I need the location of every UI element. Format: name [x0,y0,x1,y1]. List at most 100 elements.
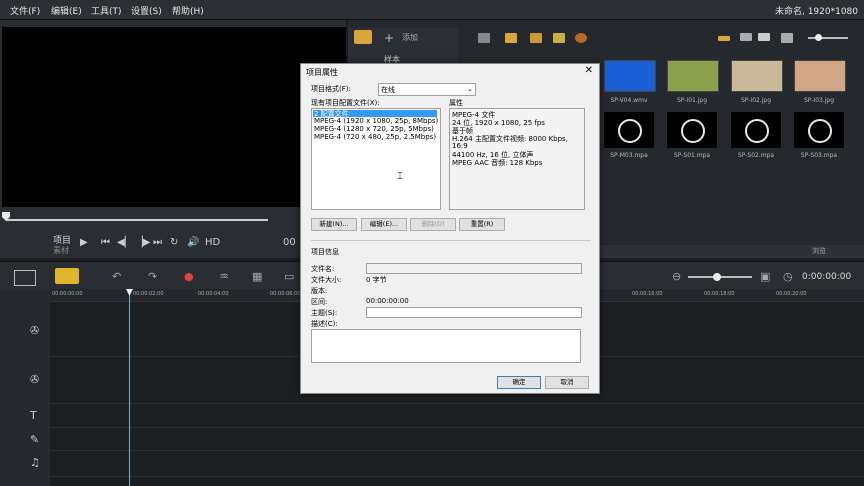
properties-label: 属性 [449,99,463,107]
media-library-icon[interactable] [354,30,372,44]
profiles-list[interactable]: 2 配置文件 MPEG-4 (1920 x 1080, 25p, 8Mbps) … [311,108,441,210]
profile-item[interactable]: MPEG-4 (1920 x 1080, 25p, 8Mbps) [314,117,438,125]
add-icon[interactable]: + [384,31,394,45]
profile-item[interactable]: MPEG-4 (720 x 480, 25p, 2.5Mbps) [314,133,436,141]
audio-thumbnail[interactable] [731,112,781,148]
zoom-out-icon[interactable]: ⊖ [672,270,681,283]
add-label[interactable]: 添加 [402,32,418,43]
audio-wave-icon[interactable]: ♒ [219,270,229,283]
music-track[interactable] [50,451,864,477]
thumbnail-label: SP-S01.mpa [673,152,711,159]
thumbnail-label: SP-I03.jpg [803,97,835,104]
subject-input[interactable] [366,307,582,318]
list-view-icon[interactable] [718,36,730,41]
thumbnail-label: SP-I02.jpg [740,97,772,104]
ruler-tick: 00:00:02:00 [133,291,164,297]
thumbnail-image[interactable] [667,60,719,92]
profiles-label: 现有项目配置文件(X): [311,99,380,107]
disc-icon [745,119,769,143]
audio-thumbnail[interactable] [794,112,844,148]
cursor-icon: ⌶ [397,171,403,182]
filename-label: 文件名: [311,265,335,273]
audio-thumbnail[interactable] [604,112,654,148]
thumbnail-video[interactable] [604,60,656,92]
close-icon[interactable]: ✕ [585,65,593,76]
disc-icon [681,119,705,143]
clip-mode-label[interactable]: 素材 [53,245,69,256]
thumb-size-slider[interactable] [808,37,848,39]
playhead[interactable] [129,293,130,486]
profile-item[interactable]: MPEG-4 (1280 x 720, 25p, 5Mbps) [314,125,434,133]
hd-toggle[interactable]: HD [205,237,220,248]
property-line: H.264 主配置文件视频: 8000 Kbps, [452,135,568,143]
project-properties-dialog: 项目属性 ✕ 项目格式(F): 在线 ⌄ 现有项目配置文件(X): 2 配置文件… [300,63,600,394]
menu-tools[interactable]: 工具(T) [91,4,122,17]
format-label: 项目格式(F): [311,85,351,93]
duration-label: 区间: [311,298,328,306]
next-frame-icon[interactable]: ▕▶ [135,237,150,248]
thumbnail-image[interactable] [794,60,846,92]
record-icon[interactable]: ● [184,270,194,283]
delete-button[interactable]: 删除(D) [410,218,456,231]
ruler-tick: 00:00:16:00 [632,291,663,297]
undo-icon[interactable]: ↶ [112,270,121,283]
format-select[interactable]: 在线 ⌄ [378,83,476,96]
subject-label: 主题(S): [311,309,338,317]
description-input[interactable] [311,329,581,363]
zoom-knob[interactable] [713,273,721,281]
disc-icon [618,119,642,143]
edit-button[interactable]: 编辑(E)... [361,218,407,231]
description-label: 描述(C): [311,320,338,328]
property-line: MPEG AAC 音频: 128 Kbps [452,159,543,167]
menu-edit[interactable]: 编辑(E) [51,4,82,17]
storyboard-view-button[interactable] [14,270,36,286]
preview-screen [2,27,346,207]
folder-icon[interactable] [478,33,490,43]
timeline-view-button[interactable] [55,268,79,284]
track-headers [0,290,50,486]
audio-filter-icon[interactable] [553,33,565,43]
filesize-label: 文件大小: [311,276,342,284]
online-icon[interactable] [575,33,587,43]
photo-filter-icon[interactable] [530,33,542,43]
menu-bar: 文件(F) 编辑(E) 工具(T) 设置(S) 帮助(H) 未命名, 1920*… [0,0,864,20]
ruler-tick: 00:00:00:00 [52,291,83,297]
repeat-icon[interactable]: ↻ [170,237,178,248]
fit-icon[interactable]: ▣ [760,270,770,283]
sort-icon[interactable] [781,33,793,43]
clock-icon[interactable]: ◷ [783,270,793,283]
voice-track[interactable] [50,428,864,451]
cancel-button[interactable]: 取消 [545,376,589,389]
volume-icon[interactable]: 🔊 [187,237,199,248]
play-icon[interactable]: ▶ [80,237,88,248]
ruler-tick: 00:00:18:00 [704,291,735,297]
home-icon[interactable]: ⏮ [101,237,110,248]
thumbnail-view-icon[interactable] [758,33,770,41]
ruler-tick: 00:00:06:00 [270,291,301,297]
format-value: 在线 [381,86,395,94]
thumbnail-label: SP-S03.mpa [800,152,838,159]
title-track[interactable] [50,404,864,428]
audio-thumbnail[interactable] [667,112,717,148]
detail-view-icon[interactable] [740,33,752,41]
motion-icon[interactable]: ▦ [252,270,262,283]
menu-help[interactable]: 帮助(H) [172,4,204,17]
prev-frame-icon[interactable]: ◀▏ [117,237,132,248]
end-icon[interactable]: ⏭ [153,237,162,248]
subtitle-icon[interactable]: ▭ [284,270,294,283]
preview-timecode[interactable]: 00 [283,237,296,248]
menu-settings[interactable]: 设置(S) [131,4,162,17]
music-note-icon: ♫ [30,456,40,469]
thumb-size-knob[interactable] [815,34,822,41]
timeline-timecode[interactable]: 0:00:00:00 [802,272,851,282]
dialog-title: 项目属性 [306,68,338,77]
reset-button[interactable]: 重置(R) [459,218,505,231]
redo-icon[interactable]: ↷ [148,270,157,283]
new-button[interactable]: 新建(N)... [311,218,357,231]
menu-file[interactable]: 文件(F) [10,4,40,17]
scrub-bar[interactable] [6,219,268,221]
thumbnail-image[interactable] [731,60,783,92]
video-filter-icon[interactable] [505,33,517,43]
ok-button[interactable]: 确定 [497,376,541,389]
browse-button[interactable]: 浏览 [812,246,826,256]
